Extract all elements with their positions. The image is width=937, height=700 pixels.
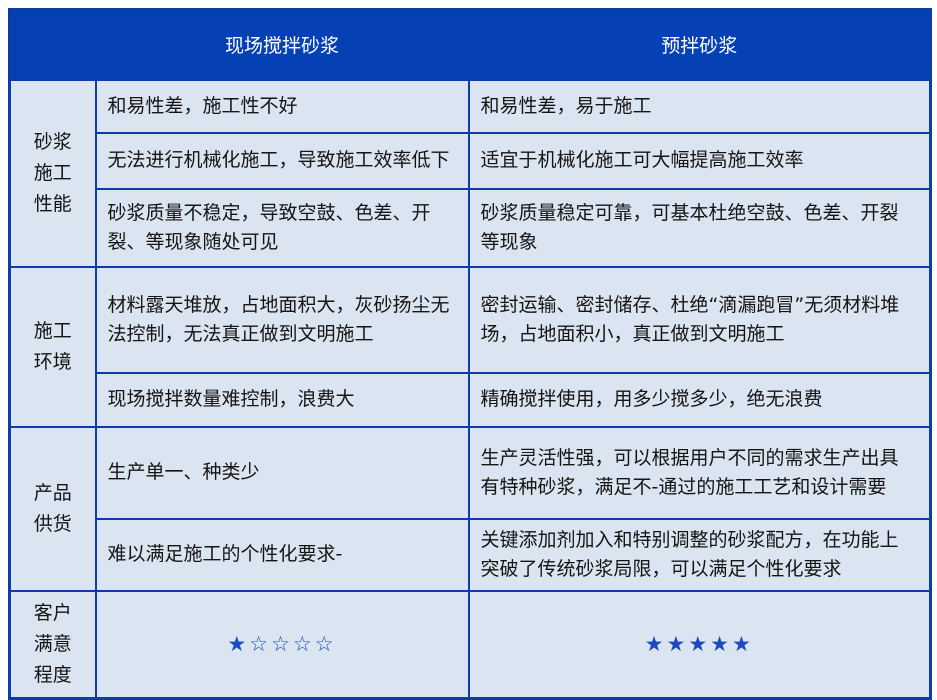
cell-premix-performance-quality: 砂浆质量稳定可靠，可基本杜绝空鼓、色差、开裂等现象: [469, 189, 931, 267]
cell-premix-performance-mechanization: 适宜于机械化施工可大幅提高施工效率: [469, 133, 931, 189]
header-premixed-mortar: 预拌砂浆: [469, 10, 931, 80]
cell-site-environment-waste: 现场搅拌数量难控制，浪费大: [96, 373, 469, 427]
group-label-mortar-construction-performance: 砂浆 施工 性能: [10, 80, 96, 267]
cell-premix-supply-variety: 生产灵活性强，可以根据用户不同的需求生产出具有特种砂浆，满足不-通过的施工工艺和…: [469, 427, 931, 519]
table-row: 无法进行机械化施工，导致施工效率低下 适宜于机械化施工可大幅提高施工效率: [10, 133, 931, 189]
cell-premix-performance-workability: 和易性差，易于施工: [469, 80, 931, 133]
cell-premix-environment-waste: 精确搅拌使用，用多少搅多少，绝无浪费: [469, 373, 931, 427]
table-row: 产品 供货 生产单一、种类少 生产灵活性强，可以根据用户不同的需求生产出具有特种…: [10, 427, 931, 519]
cell-site-supply-variety: 生产单一、种类少: [96, 427, 469, 519]
cell-site-performance-mechanization: 无法进行机械化施工，导致施工效率低下: [96, 133, 469, 189]
cell-premix-supply-customization: 关键添加剂加入和特别调整的砂浆配方，在功能上突破了传统砂浆局限，可以满足个性化要…: [469, 519, 931, 591]
table-row: 砂浆质量不稳定，导致空鼓、色差、开裂、等现象随处可见 砂浆质量稳定可靠，可基本杜…: [10, 189, 931, 267]
page: 现场搅拌砂浆 预拌砂浆 砂浆 施工 性能 和易性差，施工性不好 和易性差，易于施…: [0, 0, 937, 680]
table-row: 砂浆 施工 性能 和易性差，施工性不好 和易性差，易于施工: [10, 80, 931, 133]
header-corner-cell: [10, 10, 96, 80]
mortar-comparison-table: 现场搅拌砂浆 预拌砂浆 砂浆 施工 性能 和易性差，施工性不好 和易性差，易于施…: [8, 8, 932, 700]
table-row: 现场搅拌数量难控制，浪费大 精确搅拌使用，用多少搅多少，绝无浪费: [10, 373, 931, 427]
cell-site-performance-workability: 和易性差，施工性不好: [96, 80, 469, 133]
table-row: 难以满足施工的个性化要求- 关键添加剂加入和特别调整的砂浆配方，在功能上突破了传…: [10, 519, 931, 591]
group-label-construction-environment: 施工 环境: [10, 267, 96, 427]
premix-star-rating: ★★★★★: [469, 591, 931, 699]
table-row: 施工 环境 材料露天堆放，占地面积大，灰砂扬尘无法控制，无法真正做到文明施工 密…: [10, 267, 931, 373]
table-row: 客户 满意 程度 ★☆☆☆☆ ★★★★★: [10, 591, 931, 699]
site-star-rating: ★☆☆☆☆: [96, 591, 469, 699]
header-site-mixed-mortar: 现场搅拌砂浆: [96, 10, 469, 80]
cell-site-environment-storage: 材料露天堆放，占地面积大，灰砂扬尘无法控制，无法真正做到文明施工: [96, 267, 469, 373]
cell-site-supply-customization: 难以满足施工的个性化要求-: [96, 519, 469, 591]
cell-premix-environment-storage: 密封运输、密封储存、杜绝“滴漏跑冒”无须材料堆场，占地面积小，真正做到文明施工: [469, 267, 931, 373]
cell-site-performance-quality: 砂浆质量不稳定，导致空鼓、色差、开裂、等现象随处可见: [96, 189, 469, 267]
group-label-product-supply: 产品 供货: [10, 427, 96, 591]
group-label-customer-satisfaction: 客户 满意 程度: [10, 591, 96, 699]
table-header: 现场搅拌砂浆 预拌砂浆: [10, 10, 931, 80]
